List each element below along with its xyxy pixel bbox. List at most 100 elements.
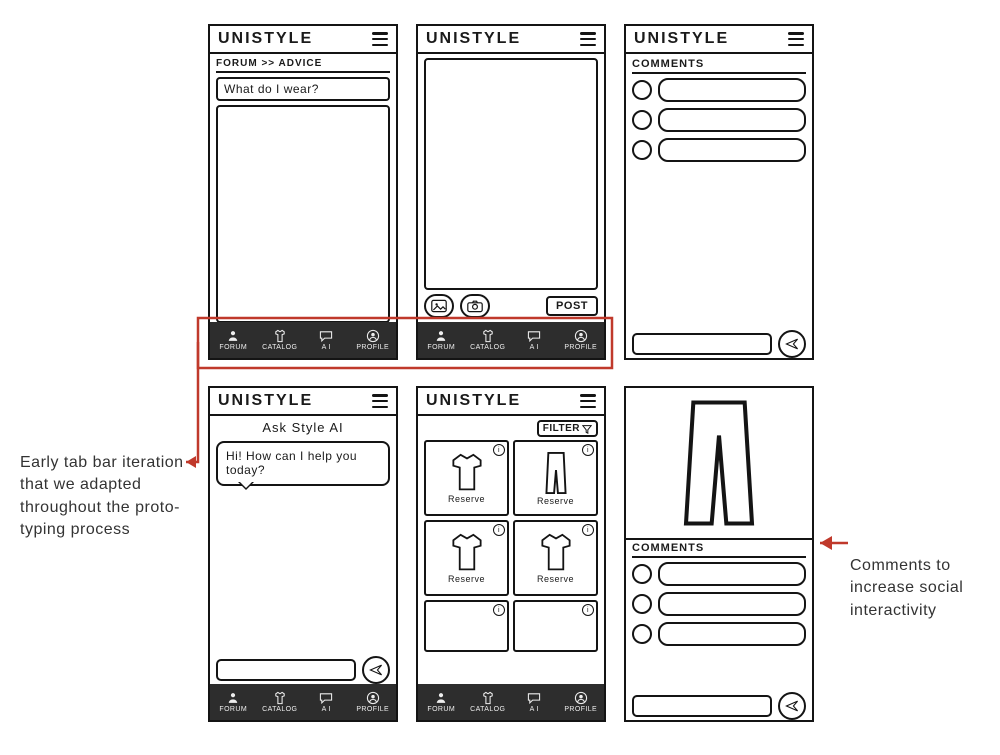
reserve-label: Reserve [448,494,485,504]
avatar-icon [632,110,652,130]
tab-forum[interactable]: FORUM [418,684,465,720]
tab-catalog[interactable]: CATALOG [257,684,304,720]
comment-bubble [658,108,806,132]
avatar-icon [632,140,652,160]
tab-catalog[interactable]: CATALOG [465,684,512,720]
avatar-icon [632,80,652,100]
send-button[interactable] [362,656,390,684]
hamburger-icon[interactable] [580,394,596,408]
info-icon[interactable]: i [582,604,594,616]
tab-bar: FORUM CATALOG A I PROFILE [210,322,396,358]
info-icon[interactable]: i [582,444,594,456]
hamburger-icon[interactable] [580,32,596,46]
tab-ai[interactable]: A I [303,322,350,358]
camera-button[interactable] [460,294,490,318]
avatar-icon [632,594,652,614]
tab-profile[interactable]: PROFILE [350,684,397,720]
camera-icon [467,299,483,313]
tab-forum[interactable]: FORUM [210,684,257,720]
chat-input-row [210,656,396,684]
wireframe-forum-advice: UNISTYLE FORUM >> ADVICE What do I wear?… [208,24,398,360]
comment-bubble [658,138,806,162]
info-icon[interactable]: i [582,524,594,536]
catalog-item[interactable]: i Reserve [424,520,509,596]
comment-row [632,138,806,162]
app-title: UNISTYLE [218,392,313,410]
catalog-item[interactable]: i Reserve [513,440,598,516]
wireframe-item-detail: COMMENTS [624,386,814,722]
send-icon [785,337,799,351]
tab-profile[interactable]: PROFILE [350,322,397,358]
hamburger-icon[interactable] [372,394,388,408]
breadcrumb: FORUM >> ADVICE [216,58,390,73]
wireframe-comments: UNISTYLE COMMENTS [624,24,814,360]
tab-forum[interactable]: FORUM [210,322,257,358]
wireframe-ai-chat: UNISTYLE Ask Style AI Hi! How can I help… [208,386,398,722]
comment-row [632,562,806,586]
filter-button[interactable]: FILTER [537,420,598,437]
ai-subtitle: Ask Style AI [216,420,390,435]
app-title: UNISTYLE [426,392,521,410]
shirt-icon [271,329,289,343]
tab-profile[interactable]: PROFILE [558,684,605,720]
tab-ai[interactable]: A I [303,684,350,720]
reserve-label: Reserve [448,574,485,584]
reserve-label: Reserve [537,496,574,506]
shirt-icon [533,533,579,573]
reserve-label: Reserve [537,574,574,584]
comment-row [632,78,806,102]
hamburger-icon[interactable] [372,32,388,46]
shirt-icon [444,533,490,573]
wireframe-catalog: UNISTYLE FILTER i Reserve i Reserve i [416,386,606,722]
tab-profile[interactable]: PROFILE [558,322,605,358]
comment-row [632,108,806,132]
image-icon [431,299,447,313]
comment-row [632,622,806,646]
annotation-right: Comments to increase social interactivit… [850,555,990,622]
tab-ai[interactable]: A I [511,684,558,720]
pants-icon [664,398,774,528]
send-button[interactable] [778,330,806,358]
ai-speech-text: Hi! How can I help you today? [226,449,357,477]
avatar-icon [632,624,652,644]
info-icon[interactable]: i [493,524,505,536]
comment-bubble [658,592,806,616]
annotation-left: Early tab bar iteration that we adapted … [20,452,195,542]
app-header: UNISTYLE [210,26,396,54]
post-button[interactable]: POST [546,296,598,316]
tab-bar: FORUM CATALOG A I PROFILE [418,684,604,720]
gallery-button[interactable] [424,294,454,318]
catalog-item[interactable]: i [424,600,509,652]
comment-input-row [626,692,812,720]
tab-catalog[interactable]: CATALOG [465,322,512,358]
info-icon[interactable]: i [493,604,505,616]
filter-icon [582,424,592,434]
hamburger-icon[interactable] [788,32,804,46]
app-title: UNISTYLE [426,30,521,48]
chat-input[interactable] [216,659,356,681]
send-icon [369,663,383,677]
comment-bubble [658,78,806,102]
app-header: UNISTYLE [418,26,604,54]
tab-ai[interactable]: A I [511,322,558,358]
compose-canvas[interactable] [424,58,598,290]
comment-row [632,592,806,616]
comment-input-row [626,330,812,358]
app-title: UNISTYLE [634,30,729,48]
comments-label: COMMENTS [632,542,806,558]
avatar-icon [632,564,652,584]
item-hero-image [626,388,812,540]
tab-catalog[interactable]: CATALOG [257,322,304,358]
send-button[interactable] [778,692,806,720]
app-header: UNISTYLE [418,388,604,416]
comment-input[interactable] [632,695,772,717]
tab-forum[interactable]: FORUM [418,322,465,358]
catalog-item[interactable]: i Reserve [424,440,509,516]
catalog-item[interactable]: i [513,600,598,652]
comment-input[interactable] [632,333,772,355]
catalog-item[interactable]: i Reserve [513,520,598,596]
info-icon[interactable]: i [493,444,505,456]
ai-speech-bubble: Hi! How can I help you today? [216,441,390,486]
comments-label: COMMENTS [632,58,806,74]
forum-question: What do I wear? [216,77,390,101]
